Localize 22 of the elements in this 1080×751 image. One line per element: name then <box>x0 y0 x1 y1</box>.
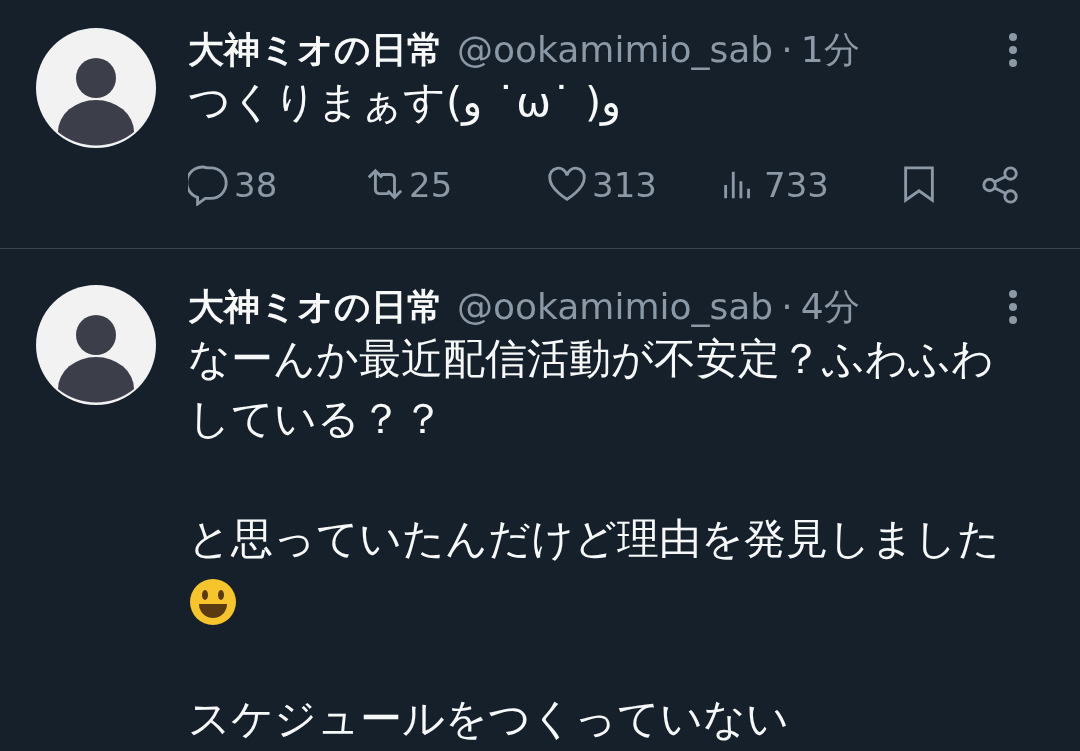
post-time: 1分 <box>800 28 860 72</box>
post-time: 4分 <box>800 285 860 329</box>
more-icon[interactable] <box>1008 289 1018 325</box>
time-separator: · <box>781 285 793 329</box>
post-text: なーんか最近配信活動が不安定？ふわふわしている？？ <box>188 333 995 445</box>
post-text: と思っていたんだけど理由を発見しました <box>188 513 1001 565</box>
post-text: スケジュールをつくっていない <box>188 693 790 745</box>
author-handle: @ookamimio_sab <box>457 285 774 329</box>
like-count: 313 <box>592 163 657 207</box>
time-separator: · <box>781 28 793 72</box>
author-handle: @ookamimio_sab <box>457 28 774 72</box>
view-count: 733 <box>764 163 829 207</box>
reply-icon[interactable] <box>188 164 230 206</box>
author-name: 大神ミオの日常 <box>188 285 443 329</box>
avatar-icon[interactable] <box>36 28 156 148</box>
avatar-icon[interactable] <box>36 285 156 405</box>
post-text: つくりまぁす(و ˙ω˙ )و <box>188 76 623 128</box>
smiley-icon <box>188 577 238 627</box>
more-icon[interactable] <box>1008 32 1018 68</box>
author-name: 大神ミオの日常 <box>188 28 443 72</box>
repost-count: 25 <box>409 163 453 207</box>
reply-count: 38 <box>234 163 278 207</box>
